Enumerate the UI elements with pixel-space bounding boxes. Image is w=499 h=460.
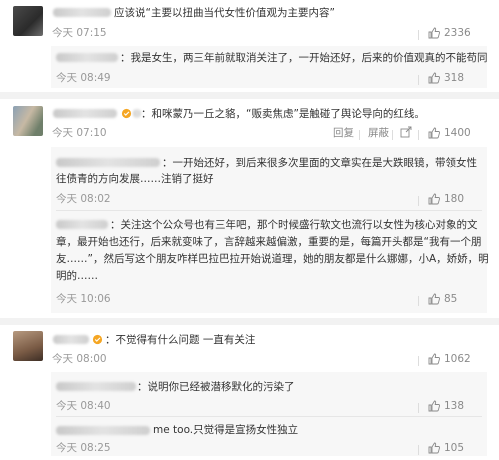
- comment-time: 今天 07:10: [52, 127, 107, 139]
- divider: [418, 130, 419, 140]
- comment-text: ：和咪蒙乃一丘之貉，“贩卖焦虑”是触碰了舆论导向的红线。: [141, 108, 425, 120]
- reply-time: 今天 08:40: [56, 400, 111, 412]
- comment-text: ：不觉得有什么问题 一直有关注: [105, 334, 256, 346]
- username-redacted[interactable]: [56, 158, 160, 167]
- like-count: 1400: [444, 127, 471, 139]
- verified-badge-icon: [92, 334, 103, 345]
- comment-time: 今天 07:15: [52, 27, 107, 39]
- divider: [392, 130, 393, 140]
- username-redacted[interactable]: [56, 382, 136, 391]
- divider: [418, 196, 419, 206]
- reply-time: 今天 08:02: [56, 193, 111, 205]
- username-redacted: [133, 109, 141, 118]
- divider: [418, 296, 419, 306]
- like-button[interactable]: 318: [428, 71, 464, 85]
- reply-text: ：一开始还好，到后来很多次里面的文章实在是大跌眼镜，带领女性: [162, 157, 477, 169]
- username-redacted[interactable]: [53, 109, 117, 118]
- like-button[interactable]: 1400: [428, 126, 471, 140]
- thumbs-up-icon: [428, 400, 440, 412]
- like-button[interactable]: 2336: [428, 26, 471, 40]
- divider: [56, 210, 482, 211]
- reply-text: 友……”，然后写这个朋友咋样巴拉巴拉开始说道理，她的朋友都是什么娜娜，小A，娇娇…: [56, 253, 489, 265]
- block-button[interactable]: 屏蔽: [368, 126, 389, 140]
- like-count: 105: [444, 442, 465, 454]
- reply-time: 今天 08:25: [56, 442, 111, 454]
- thumbs-up-icon: [428, 442, 440, 454]
- divider: [56, 416, 482, 417]
- divider: [418, 445, 419, 455]
- share-icon: [400, 126, 412, 138]
- thumbs-up-icon: [428, 353, 440, 365]
- divider: [418, 356, 419, 366]
- like-button[interactable]: 105: [428, 441, 464, 455]
- avatar[interactable]: [13, 106, 43, 136]
- like-count: 1062: [444, 353, 471, 365]
- like-count: 2336: [444, 27, 471, 39]
- like-count: 318: [444, 72, 465, 84]
- thumbs-up-icon: [428, 293, 440, 305]
- like-count: 180: [444, 193, 465, 205]
- thumbs-up-icon: [428, 72, 440, 84]
- reply-time: 今天 08:49: [56, 72, 111, 84]
- thumbs-up-icon: [428, 127, 440, 139]
- reply-text: 章，最开始也还行，后来就变味了，言辞越来越偏激，重要的是，每篇开头都是“我有一个…: [56, 236, 482, 248]
- thumbs-up-icon: [428, 27, 440, 39]
- avatar[interactable]: [13, 6, 43, 36]
- reply-text: ：我是女生，两三年前就取消关注了，一开始还好，后来的价值观真的不能苟同: [120, 52, 488, 64]
- username-redacted[interactable]: [56, 426, 150, 435]
- username-redacted[interactable]: [53, 335, 89, 344]
- reply-text: ：关注这个公众号也有三年吧，那个时候盛行软文也流行以女性为核心对象的文: [110, 219, 478, 231]
- reply-button[interactable]: 回复: [333, 126, 354, 140]
- like-count: 85: [444, 293, 458, 305]
- like-button[interactable]: 1062: [428, 352, 471, 366]
- divider: [418, 403, 419, 413]
- avatar[interactable]: [13, 331, 43, 361]
- verified-badge-icon: [121, 108, 132, 119]
- reply-text: 明的……: [56, 270, 98, 282]
- reply-text: ：说明你已经被潜移默化的污染了: [137, 381, 295, 393]
- like-count: 138: [444, 400, 465, 412]
- like-button[interactable]: 138: [428, 399, 464, 413]
- like-button[interactable]: 85: [428, 292, 457, 306]
- username-redacted[interactable]: [56, 53, 118, 62]
- divider: [418, 75, 419, 85]
- username-redacted[interactable]: [53, 8, 111, 17]
- like-button[interactable]: 180: [428, 192, 464, 206]
- divider: [359, 130, 360, 140]
- thumbs-up-icon: [428, 193, 440, 205]
- username-redacted[interactable]: [56, 220, 108, 229]
- divider: [418, 30, 419, 40]
- share-button[interactable]: [400, 126, 412, 138]
- reply-text: me too.只觉得是宣扬女性独立: [153, 424, 299, 436]
- comment-time: 今天 08:00: [52, 353, 107, 365]
- reply-text: 往债青的方向发展……注销了挺好: [56, 173, 214, 185]
- comment-text: 应该说“主要以扭曲当代女性价值观为主要内容”: [114, 7, 335, 19]
- reply-time: 今天 10:06: [56, 293, 111, 305]
